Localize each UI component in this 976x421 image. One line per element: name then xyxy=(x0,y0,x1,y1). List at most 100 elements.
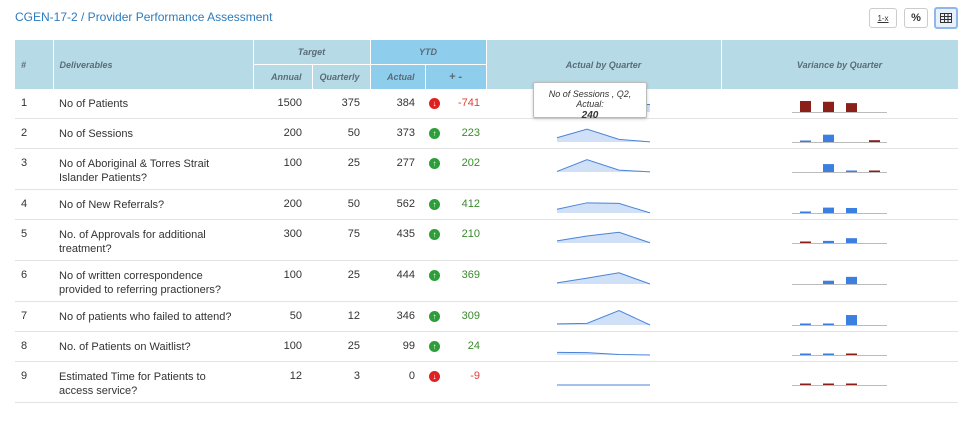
variance-bars[interactable] xyxy=(722,225,959,245)
header-actual[interactable]: Actual xyxy=(370,64,426,89)
row-annual: 100 xyxy=(253,331,312,362)
variance-bars[interactable] xyxy=(722,337,959,357)
variance-bars-cell[interactable] xyxy=(721,301,959,332)
row-deliverable: No of New Referrals? xyxy=(53,189,253,220)
actual-sparkline[interactable] xyxy=(487,367,722,387)
variance-bars-cell[interactable] xyxy=(721,260,959,302)
performance-table: # Deliverables Target YTD Actual by Quar… xyxy=(15,40,959,403)
table-row: 5 No. of Approvals for additional treatme… xyxy=(15,219,959,261)
variance-bars[interactable] xyxy=(722,195,959,215)
row-annual: 50 xyxy=(253,301,312,332)
sparkline-area xyxy=(557,310,651,325)
variance-bar xyxy=(869,140,881,142)
header-quarterly[interactable]: Quarterly xyxy=(312,64,371,89)
row-deliverable: No of Sessions xyxy=(53,118,253,149)
sparkline-area xyxy=(557,202,651,213)
variance-bar xyxy=(800,101,812,112)
variance-bar xyxy=(800,383,812,385)
variance-bars[interactable] xyxy=(722,266,959,286)
arrow-up-icon: ↑ xyxy=(429,270,441,281)
sparkline-area xyxy=(557,129,651,142)
chart-tooltip: No of Sessions , Q2, Actual: 240 xyxy=(533,82,647,121)
row-variance-cell: ↑ 24 xyxy=(425,331,487,362)
variance-bar xyxy=(846,276,858,284)
row-variance: 24 xyxy=(467,340,481,352)
row-index: 1 xyxy=(15,89,53,119)
actual-sparkline-cell[interactable] xyxy=(486,118,722,149)
arrow-down-icon: ↓ xyxy=(429,98,441,109)
percent-icon: % xyxy=(911,12,921,24)
row-variance-cell: ↑ 210 xyxy=(425,219,487,261)
variance-bar xyxy=(823,280,835,284)
variance-bar xyxy=(823,383,835,385)
row-actual: 444 xyxy=(370,260,426,302)
actual-sparkline[interactable] xyxy=(487,266,722,286)
row-actual: 277 xyxy=(370,148,426,190)
arrow-up-icon: ↑ xyxy=(429,158,441,169)
header-annual[interactable]: Annual xyxy=(253,64,313,89)
row-variance: 412 xyxy=(461,198,481,210)
table-row: 6 No of written correspondence provided t… xyxy=(15,260,959,302)
actual-sparkline-cell[interactable] xyxy=(486,301,722,332)
actual-sparkline-cell[interactable] xyxy=(486,331,722,362)
row-index: 6 xyxy=(15,260,53,302)
row-quarterly: 25 xyxy=(312,331,371,362)
variance-bars-cell[interactable] xyxy=(721,331,959,362)
variance-bar xyxy=(846,383,858,385)
variance-bars[interactable] xyxy=(722,154,959,174)
variance-bar xyxy=(800,353,812,355)
variance-bar xyxy=(846,207,858,213)
row-variance: 202 xyxy=(461,157,481,169)
row-variance-cell: ↑ 309 xyxy=(425,301,487,332)
actual-sparkline-cell[interactable] xyxy=(486,148,722,190)
percent-button[interactable]: % xyxy=(904,8,928,28)
variance-bar xyxy=(823,240,835,243)
actual-sparkline[interactable] xyxy=(487,337,722,357)
variance-bars-cell[interactable] xyxy=(721,148,959,190)
variance-bars[interactable] xyxy=(722,307,959,327)
variance-bars-cell[interactable] xyxy=(721,361,959,403)
arrow-down-icon: ↓ xyxy=(429,371,441,382)
actual-sparkline[interactable] xyxy=(487,154,722,174)
actual-sparkline[interactable] xyxy=(487,225,722,245)
header-deliverables[interactable]: Deliverables xyxy=(53,40,254,89)
variance-bars-cell[interactable] xyxy=(721,118,959,149)
row-variance-cell: ↑ 412 xyxy=(425,189,487,220)
variance-bar xyxy=(823,101,835,112)
actual-sparkline-cell[interactable] xyxy=(486,219,722,261)
variance-bars[interactable] xyxy=(722,94,959,114)
arrow-up-icon: ↑ xyxy=(429,199,441,210)
row-variance: 369 xyxy=(461,269,481,281)
table-row: 7 No of patients who failed to attend? 50 1… xyxy=(15,301,959,332)
variance-bar xyxy=(823,207,835,213)
arrow-up-icon: ↑ xyxy=(429,341,441,352)
table-row: 3 No of Aboriginal & Torres Strait Island… xyxy=(15,148,959,190)
row-deliverable: No. of Patients on Waitlist? xyxy=(53,331,253,362)
actual-sparkline[interactable] xyxy=(487,124,722,144)
table-icon xyxy=(940,13,952,23)
actual-sparkline[interactable] xyxy=(487,195,722,215)
row-actual: 384 xyxy=(370,89,426,119)
row-actual: 562 xyxy=(370,189,426,220)
variance-bar xyxy=(846,103,858,112)
table-row: 1 No of Patients 1500 375 384 ↓ -741 xyxy=(15,89,959,119)
formula-button[interactable]: 1-x xyxy=(869,8,897,28)
row-quarterly: 25 xyxy=(312,148,371,190)
variance-bars-cell[interactable] xyxy=(721,89,959,119)
actual-sparkline[interactable] xyxy=(487,307,722,327)
actual-sparkline-cell[interactable] xyxy=(486,260,722,302)
header-plus-minus[interactable]: + - xyxy=(425,64,487,89)
row-deliverable: Estimated Time for Patients to access se… xyxy=(53,361,253,403)
row-actual: 373 xyxy=(370,118,426,149)
row-variance: 309 xyxy=(461,310,481,322)
variance-bar xyxy=(823,164,835,172)
header-variance-by-quarter: Variance by Quarter xyxy=(721,40,959,89)
row-annual: 100 xyxy=(253,148,312,190)
variance-bars[interactable] xyxy=(722,367,959,387)
variance-bars-cell[interactable] xyxy=(721,189,959,220)
actual-sparkline-cell[interactable] xyxy=(486,189,722,220)
variance-bars[interactable] xyxy=(722,124,959,144)
variance-bars-cell[interactable] xyxy=(721,219,959,261)
actual-sparkline-cell[interactable] xyxy=(486,361,722,403)
table-view-button[interactable] xyxy=(934,7,958,29)
